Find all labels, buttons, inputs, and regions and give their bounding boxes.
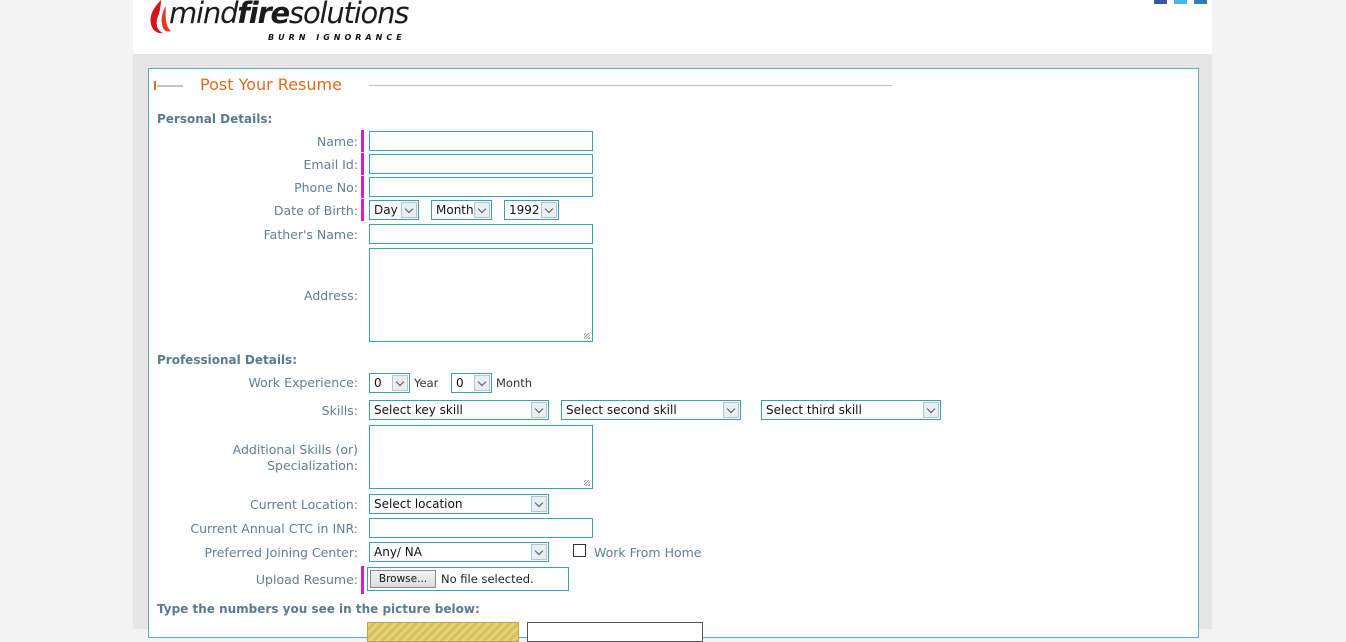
flame-logo-icon xyxy=(150,0,171,34)
twitter-icon[interactable] xyxy=(1174,0,1187,4)
logo-wordmark[interactable]: mindfiresolutions xyxy=(169,0,409,30)
dob-year-value: 1992 xyxy=(509,203,540,217)
email-input[interactable] xyxy=(369,154,593,174)
linkedin-icon[interactable] xyxy=(1194,0,1207,4)
resize-grip-icon[interactable] xyxy=(584,333,590,339)
joining-center-value: Any/ NA xyxy=(374,545,422,559)
ctc-input[interactable] xyxy=(369,518,593,538)
current-location-label: Current Location: xyxy=(249,497,358,512)
phone-input[interactable] xyxy=(369,177,593,197)
dob-label: Date of Birth: xyxy=(273,203,358,218)
chevron-down-icon xyxy=(392,375,408,391)
logo-part-fire: fire xyxy=(237,0,290,30)
dob-day-select[interactable]: Day xyxy=(369,200,419,220)
third-skill-select[interactable]: Select third skill xyxy=(761,400,941,420)
chevron-down-icon xyxy=(923,402,939,418)
chevron-down-icon xyxy=(541,202,557,218)
current-location-value: Select location xyxy=(374,497,463,511)
skills-label: Skills: xyxy=(321,403,358,418)
browse-button[interactable]: Browse... xyxy=(370,570,436,588)
chevron-down-icon xyxy=(531,496,547,512)
legend-line-icon xyxy=(154,81,183,90)
name-required-marker xyxy=(361,130,364,152)
facebook-icon[interactable] xyxy=(1154,0,1167,4)
second-skill-select[interactable]: Select second skill xyxy=(561,400,741,420)
work-from-home-label[interactable]: Work From Home xyxy=(594,545,701,560)
dob-year-select[interactable]: 1992 xyxy=(504,200,559,220)
address-label: Address: xyxy=(304,288,358,303)
additional-skills-label: Additional Skills (or) xyxy=(232,442,358,457)
page-wrapper: mindfiresolutions BURN IGNORANCE Post Yo… xyxy=(133,0,1212,642)
chevron-down-icon xyxy=(531,544,547,560)
dob-day-value: Day xyxy=(374,203,398,217)
form-title: Post Your Resume xyxy=(200,75,342,94)
key-skill-select[interactable]: Select key skill xyxy=(369,400,549,420)
experience-months-value: 0 xyxy=(456,376,464,390)
name-label: Name: xyxy=(316,134,358,149)
captcha-image xyxy=(367,622,519,642)
father-name-input[interactable] xyxy=(369,224,593,244)
work-experience-label: Work Experience: xyxy=(248,375,358,390)
upload-required-marker xyxy=(361,566,364,594)
dob-month-select[interactable]: Month xyxy=(431,200,492,220)
upload-resume-label: Upload Resume: xyxy=(255,572,358,587)
site-header: mindfiresolutions BURN IGNORANCE xyxy=(133,0,1212,54)
resume-form-panel: Post Your Resume Personal Details: Name:… xyxy=(148,68,1199,642)
additional-skills-textarea[interactable] xyxy=(369,425,593,489)
logo-tagline: BURN IGNORANCE xyxy=(268,33,406,42)
phone-required-marker xyxy=(361,176,364,198)
year-unit-label: Year xyxy=(414,376,439,390)
chevron-down-icon xyxy=(474,202,490,218)
captcha-heading: Type the numbers you see in the picture … xyxy=(157,602,480,616)
dob-month-value: Month xyxy=(436,203,474,217)
logo-part-mind: mind xyxy=(169,0,239,30)
professional-details-heading: Professional Details: xyxy=(157,353,297,367)
third-skill-value: Select third skill xyxy=(766,403,862,417)
file-status-text: No file selected. xyxy=(441,572,534,586)
joining-center-select[interactable]: Any/ NA xyxy=(369,542,549,562)
chevron-down-icon xyxy=(723,402,739,418)
work-from-home-checkbox[interactable] xyxy=(573,544,586,557)
specialization-label: Specialization: xyxy=(267,458,358,473)
month-unit-label: Month xyxy=(496,376,533,390)
ctc-label: Current Annual CTC in INR: xyxy=(190,521,358,536)
second-skill-value: Select second skill xyxy=(566,403,677,417)
chevron-down-icon xyxy=(401,202,417,218)
experience-years-select[interactable]: 0 xyxy=(369,373,410,393)
name-input[interactable] xyxy=(369,131,593,151)
chevron-down-icon xyxy=(474,375,490,391)
title-divider xyxy=(369,85,892,86)
father-name-label: Father's Name: xyxy=(263,227,358,242)
joining-center-label: Preferred Joining Center: xyxy=(204,545,358,560)
resume-file-input[interactable]: Browse... No file selected. xyxy=(367,567,569,591)
logo-part-solutions: solutions xyxy=(289,0,409,30)
experience-years-value: 0 xyxy=(374,376,382,390)
resize-grip-icon[interactable] xyxy=(584,480,590,486)
dob-required-marker xyxy=(361,199,364,221)
personal-details-heading: Personal Details: xyxy=(157,112,273,126)
current-location-select[interactable]: Select location xyxy=(369,494,549,514)
email-label: Email Id: xyxy=(303,157,359,172)
chevron-down-icon xyxy=(531,402,547,418)
address-textarea[interactable] xyxy=(369,248,593,342)
email-required-marker xyxy=(361,153,364,175)
captcha-input[interactable] xyxy=(527,622,703,642)
phone-label: Phone No: xyxy=(294,180,358,195)
experience-months-select[interactable]: 0 xyxy=(451,373,492,393)
key-skill-value: Select key skill xyxy=(374,403,463,417)
